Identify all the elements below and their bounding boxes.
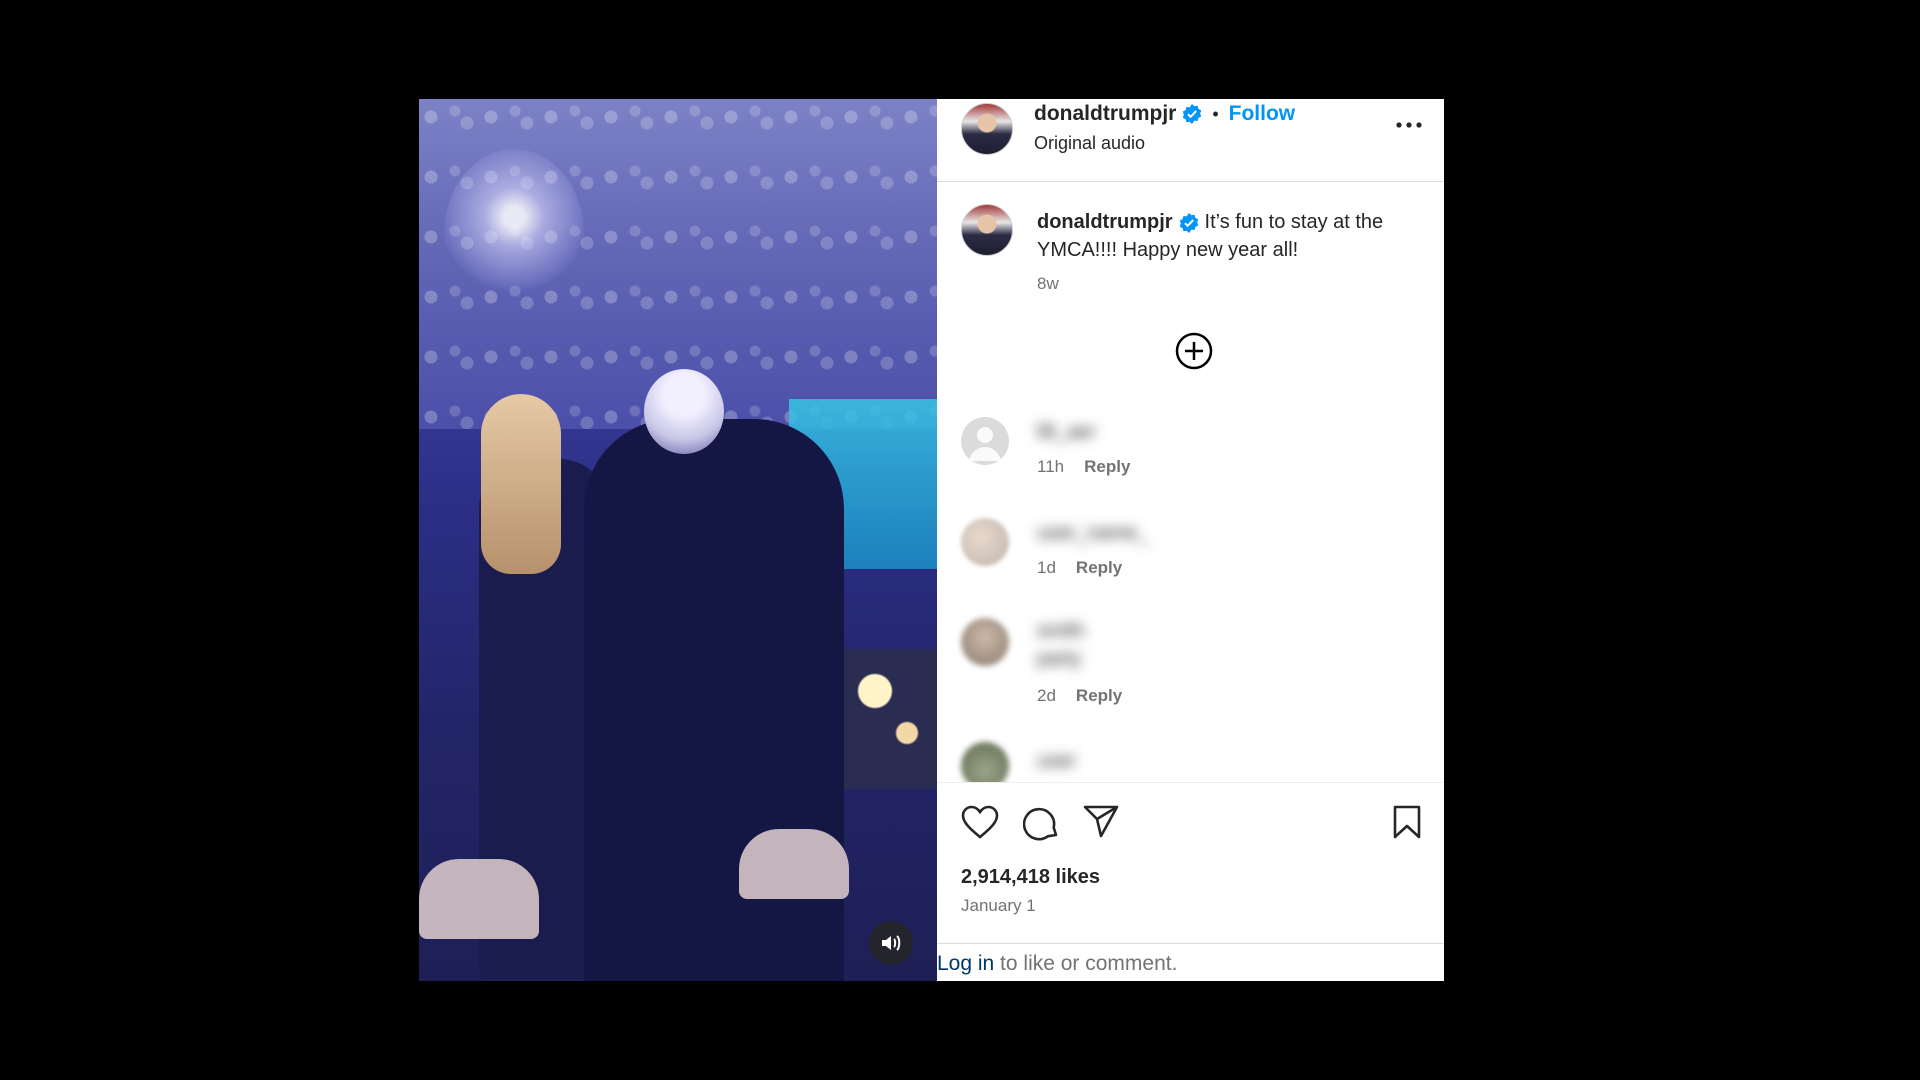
comment-meta: 2d Reply bbox=[1037, 686, 1122, 706]
reply-button[interactable]: Reply bbox=[1084, 457, 1130, 476]
chair-image bbox=[419, 859, 539, 939]
plus-circle-icon[interactable] bbox=[1175, 332, 1213, 370]
comment-time[interactable]: 1d bbox=[1037, 558, 1056, 577]
login-prompt: Log in to like or comment. bbox=[937, 943, 1444, 982]
comment-author[interactable]: lilt_aer bbox=[1037, 421, 1096, 444]
man-head bbox=[644, 369, 724, 454]
post-actions: 2,914,418 likes January 1 Log in to like… bbox=[937, 782, 1444, 982]
post-video[interactable] bbox=[419, 99, 937, 981]
login-link[interactable]: Log in bbox=[937, 952, 994, 975]
reply-button[interactable]: Reply bbox=[1076, 558, 1122, 577]
comment-time[interactable]: 11h bbox=[1037, 457, 1064, 476]
verified-badge-icon bbox=[1183, 104, 1202, 124]
default-avatar-icon bbox=[969, 427, 1001, 461]
woman-hair bbox=[481, 394, 561, 574]
audio-label[interactable]: Original audio bbox=[1034, 133, 1145, 154]
heart-icon[interactable] bbox=[961, 805, 999, 839]
post-caption: donaldtrumpjr It’s fun to stay at the YM… bbox=[1037, 208, 1417, 264]
caption-author-avatar[interactable] bbox=[961, 204, 1013, 256]
comment-avatar[interactable] bbox=[961, 618, 1009, 666]
chandelier-image bbox=[444, 149, 584, 319]
comment-author[interactable]: user bbox=[1037, 750, 1076, 773]
comment-avatar[interactable] bbox=[961, 518, 1009, 566]
comments-section: donaldtrumpjr It’s fun to stay at the YM… bbox=[937, 182, 1444, 782]
comment-author[interactable]: user_name_ bbox=[1037, 522, 1148, 545]
chair-image bbox=[739, 829, 849, 899]
post-date[interactable]: January 1 bbox=[961, 896, 1036, 916]
comment-avatar[interactable] bbox=[961, 742, 1009, 782]
follow-button[interactable]: Follow bbox=[1229, 102, 1296, 126]
speaker-icon bbox=[882, 935, 901, 951]
author-avatar[interactable] bbox=[961, 103, 1013, 155]
caption-author-username[interactable]: donaldtrumpjr bbox=[1037, 211, 1173, 233]
post-sidebar: donaldtrumpjr • Follow Original audio do… bbox=[937, 99, 1444, 981]
comment-text: party bbox=[1037, 648, 1082, 670]
bookmark-icon[interactable] bbox=[1392, 805, 1422, 839]
author-username[interactable]: donaldtrumpjr bbox=[1034, 102, 1176, 126]
comment-meta: 11h Reply bbox=[1037, 457, 1130, 477]
reply-button[interactable]: Reply bbox=[1076, 686, 1122, 705]
comment-author[interactable]: smith bbox=[1037, 620, 1085, 643]
separator-dot: • bbox=[1212, 103, 1219, 124]
verified-badge-icon bbox=[1179, 212, 1198, 233]
more-options-icon[interactable] bbox=[1396, 121, 1422, 129]
comment-time[interactable]: 2d bbox=[1037, 686, 1056, 705]
post-container: donaldtrumpjr • Follow Original audio do… bbox=[419, 99, 1444, 981]
header-user-row: donaldtrumpjr • Follow bbox=[1034, 102, 1295, 126]
paper-plane-icon[interactable] bbox=[1083, 805, 1119, 839]
comment-meta: 1d Reply bbox=[1037, 558, 1122, 578]
login-prompt-text: to like or comment. bbox=[994, 952, 1178, 975]
likes-count[interactable]: 2,914,418 likes bbox=[961, 866, 1100, 889]
caption-timestamp[interactable]: 8w bbox=[1037, 274, 1059, 294]
comment-avatar[interactable] bbox=[961, 417, 1009, 465]
comment-bubble-icon[interactable] bbox=[1023, 805, 1059, 841]
sound-toggle-button[interactable] bbox=[869, 921, 913, 965]
post-header: donaldtrumpjr • Follow Original audio bbox=[937, 99, 1444, 182]
